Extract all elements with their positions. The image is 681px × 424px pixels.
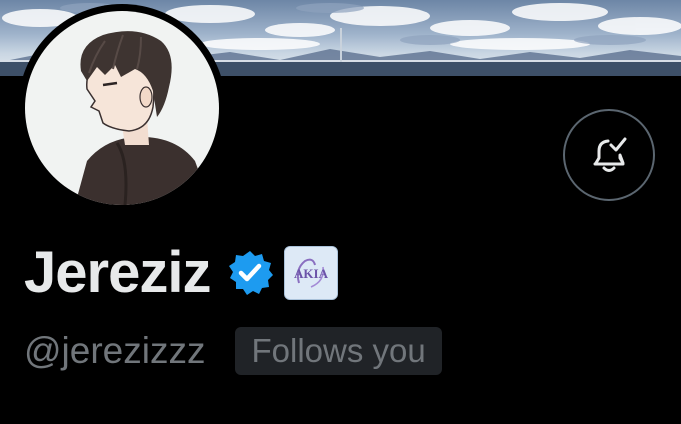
- display-name: Jereziz: [24, 240, 211, 305]
- affiliate-badge-text: AKIA: [294, 266, 329, 281]
- affiliate-badge-icon[interactable]: AKIA: [284, 246, 339, 300]
- avatar[interactable]: [18, 4, 226, 212]
- handle-row: @jerezizzz Follows you: [24, 326, 442, 376]
- avatar-image: [25, 11, 219, 205]
- verified-badge-icon[interactable]: [226, 249, 274, 297]
- profile-header: Jereziz AKIA @jerezizzz Follows you: [0, 0, 681, 424]
- notifications-button[interactable]: [563, 109, 655, 201]
- follows-you-badge: Follows you: [235, 327, 442, 375]
- name-row: Jereziz AKIA: [24, 237, 339, 309]
- username-handle: @jerezizzz: [24, 330, 206, 371]
- bell-check-icon: [587, 133, 631, 177]
